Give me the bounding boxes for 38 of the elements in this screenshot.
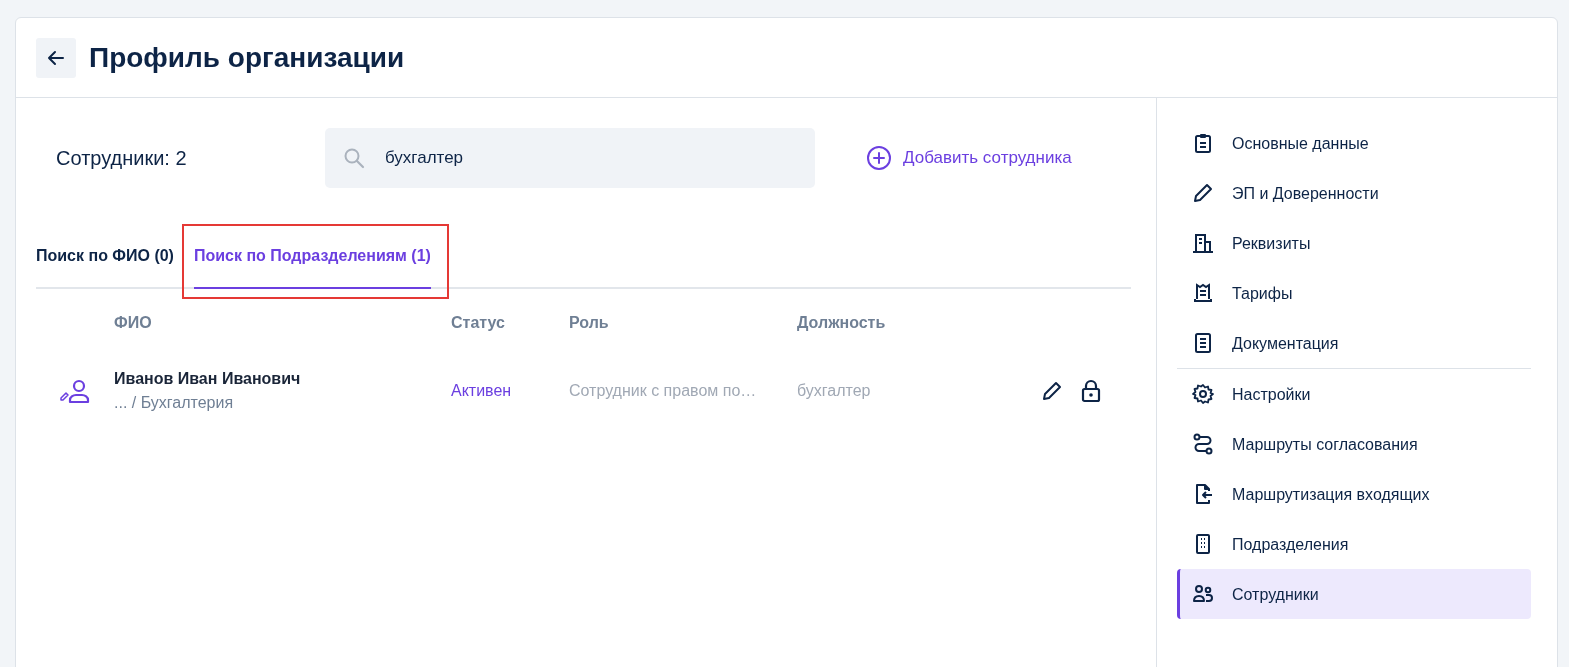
tab[interactable]: Поиск по ФИО (0)	[36, 225, 174, 289]
column-header: Статус	[451, 314, 506, 332]
role-cell-text: Сотрудник с правом по…	[569, 382, 758, 400]
sidebar-item[interactable]: Сотрудники	[1177, 569, 1531, 619]
page-title: Профиль организации	[89, 41, 405, 74]
employee-name: Иванов Иван Иванович	[114, 370, 302, 388]
sidebar-item[interactable]: Тарифы	[1177, 268, 1531, 318]
sidebar-item[interactable]: Основные данные	[1177, 118, 1531, 168]
sidebar-item[interactable]: Маршрутизация входящих	[1177, 469, 1531, 519]
back-button[interactable]	[36, 37, 76, 78]
edit-icon[interactable]	[1041, 380, 1063, 402]
plus-circle-icon	[866, 145, 892, 171]
tab[interactable]: Поиск по Подразделениям (1)	[193, 225, 431, 289]
position-cell-text: бухгалтер	[797, 382, 872, 400]
route-icon	[1192, 433, 1214, 455]
user-signature-icon	[59, 378, 91, 404]
sidebar-item[interactable]: Реквизиты	[1177, 218, 1531, 268]
add-employee-button[interactable]: Добавить сотрудника	[866, 145, 1072, 171]
sidebar-item[interactable]: ЭП и Доверенности	[1177, 168, 1531, 218]
settings-icon	[1192, 383, 1214, 405]
department-path: ... / Бухгалтерия	[114, 394, 235, 412]
column-header: Должность	[797, 314, 887, 332]
status-cell-text: Активен	[451, 382, 513, 400]
column-header: Роль	[569, 314, 610, 332]
employee-count: Сотрудники: 2	[55, 146, 188, 170]
users-icon	[1192, 583, 1214, 605]
sidebar-item[interactable]: Подразделения	[1177, 519, 1531, 569]
building-icon	[1192, 232, 1214, 254]
document-icon	[1192, 332, 1214, 354]
sidebar-item[interactable]: Настройки	[1177, 369, 1531, 419]
sidebar-item[interactable]: Маршруты согласования	[1177, 419, 1531, 469]
clipboard-icon	[1192, 132, 1214, 154]
pencil-icon	[1192, 182, 1214, 204]
search-field[interactable]: бухгалтер	[325, 128, 815, 188]
lock-icon[interactable]	[1081, 379, 1101, 403]
receipt-icon	[1192, 282, 1214, 304]
sidebar-item[interactable]: Документация	[1177, 318, 1531, 368]
column-header: ФИО	[114, 314, 153, 332]
